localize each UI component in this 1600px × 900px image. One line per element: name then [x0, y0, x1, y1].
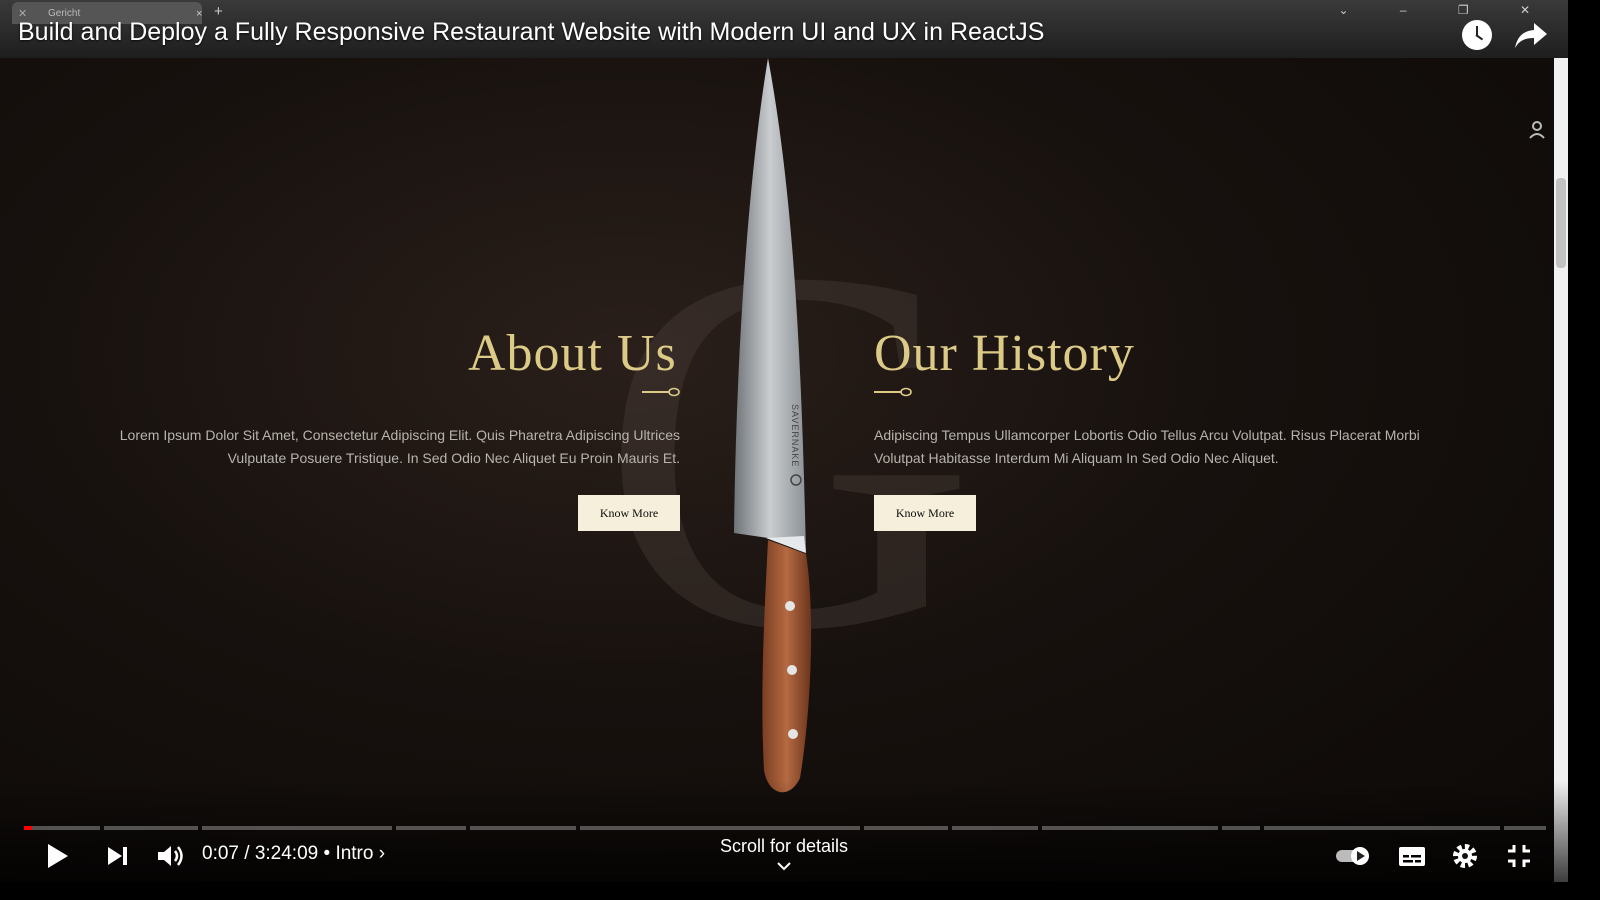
- scroll-for-details[interactable]: Scroll for details: [700, 836, 868, 857]
- chapter-title[interactable]: Intro: [335, 843, 373, 864]
- clock-icon[interactable]: [1462, 20, 1492, 50]
- spoon-divider-icon: [642, 387, 680, 397]
- time-display: 0:07 / 3:24:09 • Intro ›: [202, 843, 385, 865]
- spoon-divider-icon: [874, 387, 912, 397]
- chapter-separator: •: [323, 843, 331, 864]
- exit-fullscreen-icon[interactable]: [1504, 840, 1534, 872]
- next-icon[interactable]: [102, 840, 132, 872]
- progress-bar[interactable]: [24, 826, 1546, 830]
- volume-icon[interactable]: [154, 840, 186, 872]
- video-title[interactable]: Build and Deploy a Fully Responsive Rest…: [18, 18, 1044, 47]
- autoplay-toggle-icon[interactable]: [1334, 840, 1374, 872]
- chapter-segment[interactable]: [24, 826, 100, 830]
- person-icon: [1529, 121, 1545, 139]
- chapter-segment[interactable]: [580, 826, 860, 830]
- chapter-segment[interactable]: [1264, 826, 1500, 830]
- subtitles-icon[interactable]: [1396, 840, 1428, 872]
- chapter-segment[interactable]: [952, 826, 1038, 830]
- about-heading: About Us: [468, 325, 677, 382]
- chapter-segment[interactable]: [1042, 826, 1218, 830]
- chapter-segment[interactable]: [864, 826, 948, 830]
- chevron-right-icon[interactable]: ›: [379, 843, 385, 864]
- play-icon[interactable]: [40, 840, 72, 872]
- window-controls[interactable]: ⌄ – ❐ ✕: [1338, 3, 1554, 17]
- chapter-segment[interactable]: [202, 826, 392, 830]
- share-icon[interactable]: [1514, 20, 1548, 50]
- progress-played: [24, 826, 32, 830]
- chapter-segment[interactable]: [1222, 826, 1260, 830]
- about-know-more-button[interactable]: Know More: [578, 495, 680, 531]
- history-know-more-button[interactable]: Know More: [874, 495, 976, 531]
- gear-icon[interactable]: [1450, 840, 1480, 872]
- video-player[interactable]: ✕ Gericht × + ⌄ – ❐ ✕ Build and Deploy a…: [0, 0, 1568, 882]
- chapter-segment[interactable]: [396, 826, 466, 830]
- time-text: 0:07 / 3:24:09: [202, 843, 319, 864]
- about-text: Lorem Ipsum Dolor Sit Amet, Consectetur …: [119, 427, 680, 466]
- chapter-segment[interactable]: [470, 826, 576, 830]
- knife-image: SAVERNAKE: [734, 58, 812, 793]
- history-text: Adipiscing Tempus Ullamcorper Lobortis O…: [874, 427, 1420, 466]
- chapter-segment[interactable]: [104, 826, 198, 830]
- chapter-segment[interactable]: [1504, 826, 1546, 830]
- page-scrollbar-thumb[interactable]: [1556, 178, 1566, 268]
- knife-brand-text: SAVERNAKE: [790, 404, 800, 467]
- chevron-down-icon[interactable]: [776, 860, 792, 872]
- history-heading: Our History: [874, 325, 1135, 382]
